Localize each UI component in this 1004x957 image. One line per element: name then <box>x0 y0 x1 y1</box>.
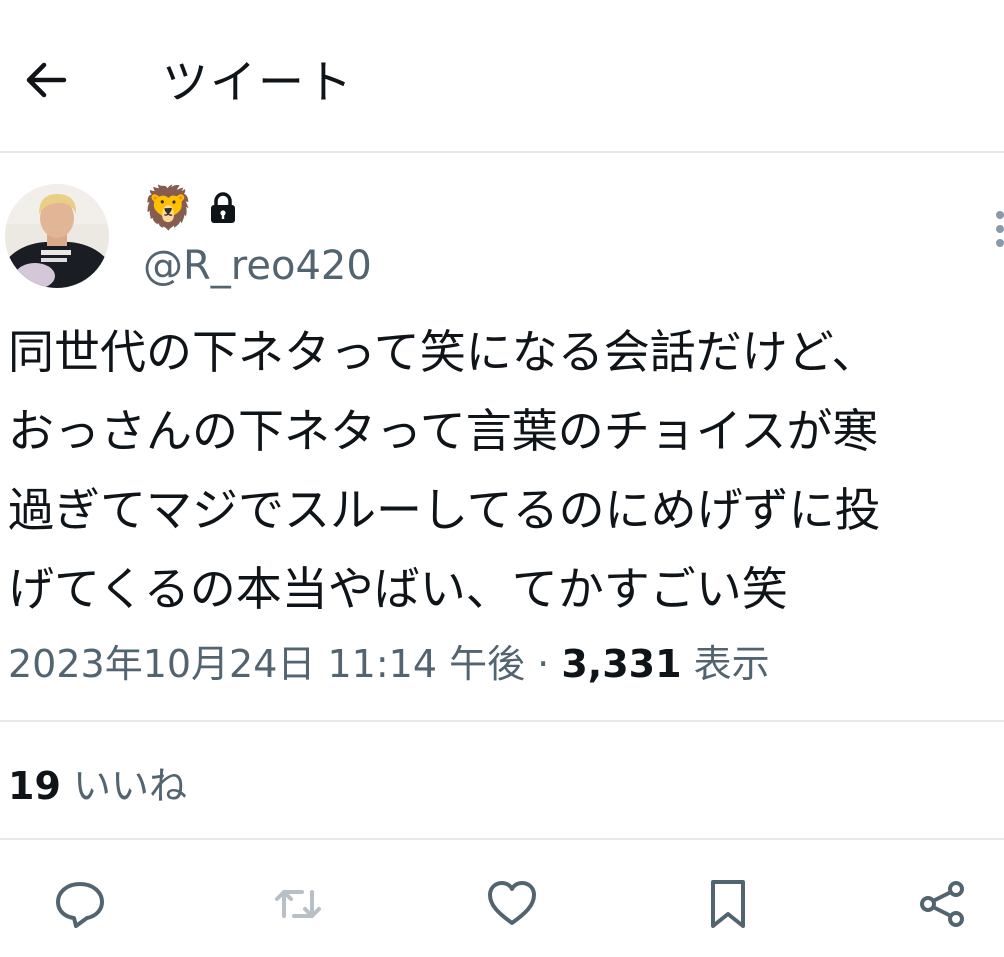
tweet-text: 同世代の下ネタって笑になる会話だけど、 おっさんの下ネタって言葉のチョイスが寒 … <box>8 325 881 616</box>
retweet-button[interactable] <box>266 872 330 936</box>
share-button[interactable] <box>910 872 974 936</box>
arrow-left-icon <box>26 62 67 98</box>
likes-label: いいね <box>72 764 187 808</box>
avatar-photo <box>5 184 109 288</box>
likes-count: 19 <box>8 764 61 808</box>
like-button[interactable] <box>480 872 544 936</box>
bookmark-button[interactable] <box>696 872 760 936</box>
share-icon <box>920 881 964 927</box>
views-label: 表示 <box>693 642 770 686</box>
more-options-button[interactable] <box>986 205 1004 255</box>
bookmark-icon <box>711 880 745 928</box>
heart-icon <box>488 881 536 925</box>
stats-divider <box>0 838 1004 840</box>
lock-icon <box>208 191 238 225</box>
tweet-meta: 2023年10月24日 11:14 午後 · 3,331 表示 <box>8 636 770 692</box>
meta-separator: · <box>525 642 562 686</box>
reply-icon <box>56 882 104 928</box>
tweet-timestamp[interactable]: 2023年10月24日 11:14 午後 <box>8 642 525 686</box>
more-vertical-icon <box>996 211 1004 247</box>
likes-stat[interactable]: 19 いいね <box>8 758 187 814</box>
back-button[interactable] <box>18 52 74 108</box>
author-handle[interactable]: @R_reo420 <box>143 240 372 292</box>
page-title: ツイート <box>162 55 354 109</box>
header-divider <box>0 151 1004 153</box>
avatar[interactable] <box>5 184 109 288</box>
meta-divider <box>0 720 1004 722</box>
top-bar: ツイート <box>0 0 1004 152</box>
author-display-name: 🦁 <box>142 183 195 232</box>
author-name-row[interactable]: 🦁 <box>142 182 238 234</box>
views-count: 3,331 <box>561 642 682 686</box>
retweet-icon <box>275 890 321 918</box>
reply-button[interactable] <box>48 872 112 936</box>
